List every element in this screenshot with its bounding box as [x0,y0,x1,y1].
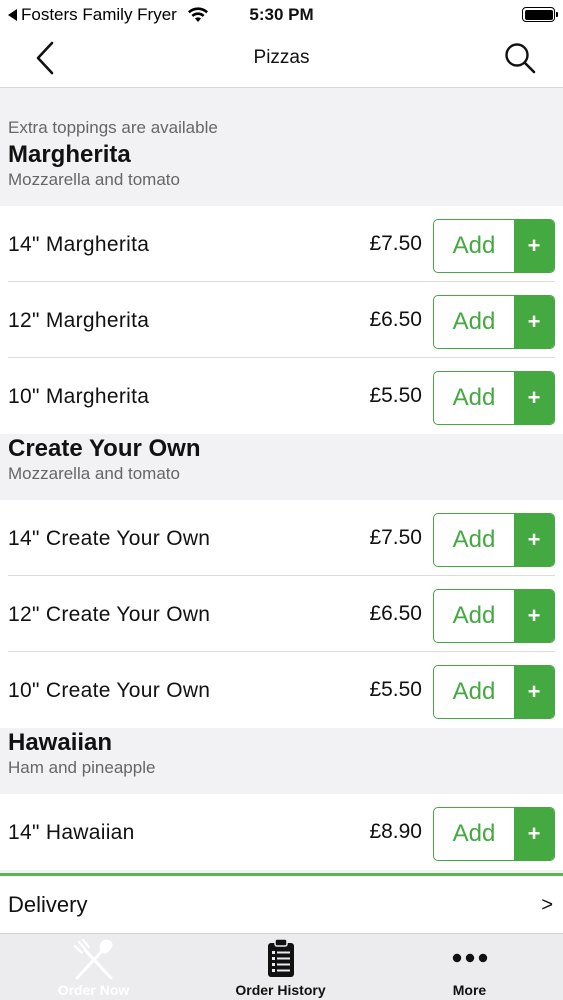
status-time: 5:30 PM [249,5,314,24]
add-button-label: Add [452,678,496,705]
menu-item-row: 12" Create Your Own £6.50 Add + [0,576,563,652]
page-title: Pizzas [253,47,310,68]
status-bar: Fosters Family Fryer 5:30 PM [0,0,563,30]
menu-list[interactable]: Extra toppings are available Margherita M… [0,88,563,873]
item-price: £7.50 [369,232,422,255]
add-to-order-button[interactable]: Add + [433,295,555,349]
add-to-order-button[interactable]: Add + [433,219,555,273]
item-name: 10" Create Your Own [8,679,211,702]
delivery-row[interactable]: Delivery > [0,873,563,934]
clipboard-list-icon [267,938,294,977]
group-title: Margherita [8,141,131,168]
add-button-label: Add [452,308,496,335]
plus-icon: + [514,220,554,272]
tab-order-history[interactable]: Order History [187,934,374,1000]
plus-icon: + [514,514,554,566]
group-header: Create Your Own Mozzarella and tomato [0,434,563,500]
item-price: £6.50 [369,308,422,331]
plus-icon: + [514,590,554,642]
search-icon[interactable] [503,41,537,75]
plus-icon: + [514,666,554,718]
item-price: £5.50 [369,678,422,701]
tab-more[interactable]: More [376,934,563,1000]
more-dots-icon [452,953,487,963]
tab-order-now[interactable]: Order Now [0,934,187,1000]
tab-label-order-history: Order History [235,982,326,998]
tab-label-order-now: Order Now [57,982,130,998]
item-price: £7.50 [369,526,422,549]
item-name: 14" Margherita [8,233,150,256]
item-name: 12" Margherita [8,309,150,332]
plus-icon: + [514,296,554,348]
toppings-notice: Extra toppings are available [8,118,218,137]
add-to-order-button[interactable]: Add + [433,371,555,425]
menu-item-row: 10" Margherita £5.50 Add + [0,358,563,434]
item-name: 14" Hawaiian [8,821,135,844]
plus-icon: + [514,372,554,424]
menu-item-row: 14" Hawaiian £8.90 Add + [0,794,563,870]
add-button-label: Add [452,232,496,259]
group-description: Mozzarella and tomato [8,170,180,189]
group-title: Hawaiian [8,729,113,756]
chevron-right-icon: > [541,894,553,916]
plus-icon: + [514,808,554,860]
group-title: Create Your Own [8,435,201,462]
add-button-label: Add [452,602,496,629]
menu-item-row: 14" Margherita £7.50 Add + [0,206,563,282]
add-to-order-button[interactable]: Add + [433,665,555,719]
item-price: £8.90 [369,820,422,843]
delivery-label: Delivery [8,892,88,917]
group-description: Ham and pineapple [8,758,156,777]
tab-bar: Order Now Order History More [0,934,563,1000]
tab-label-more: More [452,982,487,998]
group-description: Mozzarella and tomato [8,464,180,483]
add-to-order-button[interactable]: Add + [433,513,555,567]
add-button-label: Add [452,820,496,847]
menu-item-row: 10" Create Your Own £5.50 Add + [0,652,563,728]
group-header: Hawaiian Ham and pineapple [0,728,563,794]
fork-knife-icon [73,938,112,980]
item-price: £6.50 [369,602,422,625]
group-header: Margherita Mozzarella and tomato [0,140,563,206]
item-price: £5.50 [369,384,422,407]
item-name: 10" Margherita [8,385,150,408]
battery-icon [522,7,558,22]
menu-item-row: 12" Margherita £6.50 Add + [0,282,563,358]
add-to-order-button[interactable]: Add + [433,589,555,643]
menu-item-row: 14" Create Your Own £7.50 Add + [0,500,563,576]
item-name: 14" Create Your Own [8,527,211,550]
add-to-order-button[interactable]: Add + [433,807,555,861]
item-name: 12" Create Your Own [8,603,211,626]
navigation-bar: Pizzas [0,30,563,88]
add-button-label: Add [452,526,496,553]
pizza-groups: Margherita Mozzarella and tomato 14" Margh… [0,140,563,870]
add-button-label: Add [452,384,496,411]
